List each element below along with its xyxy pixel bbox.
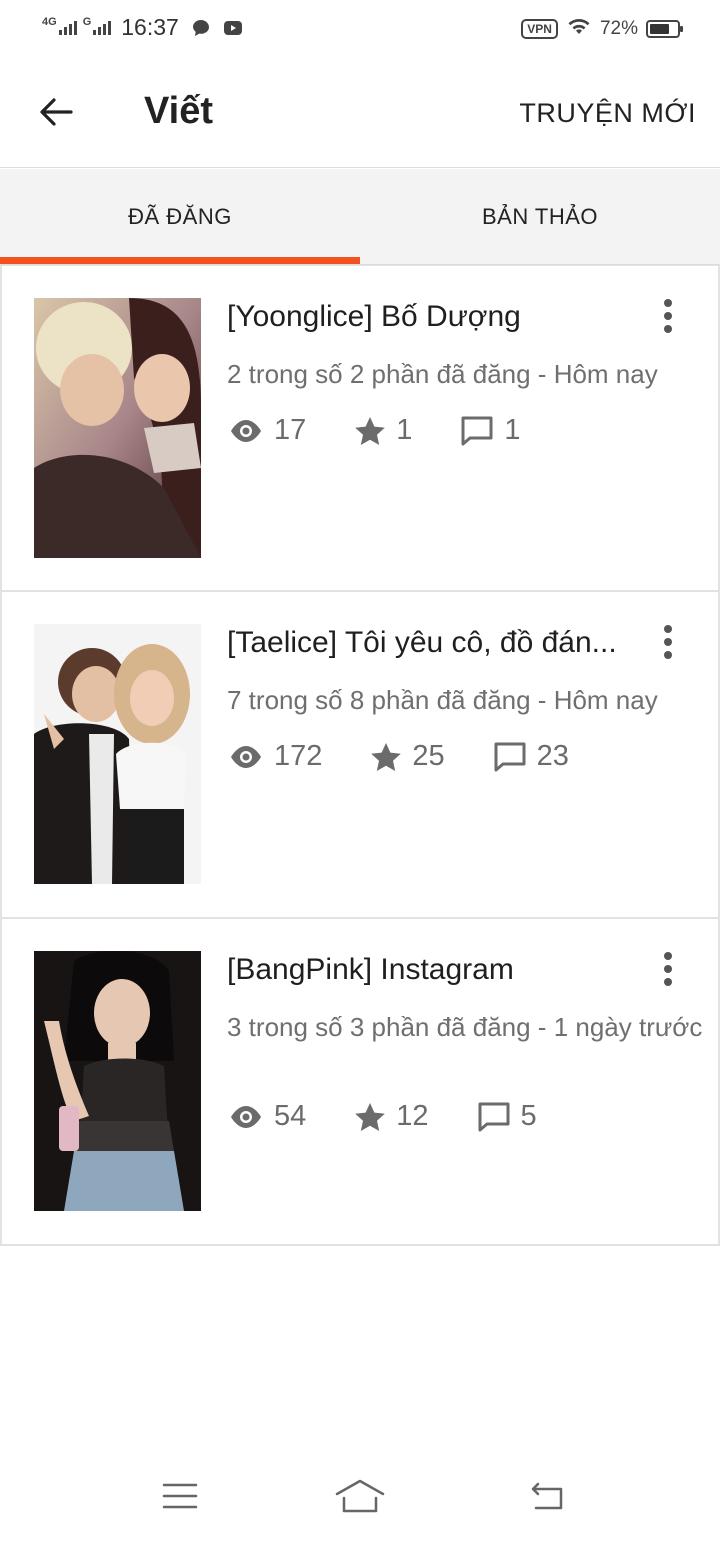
- signal-icon: [93, 20, 112, 35]
- home-icon: [335, 1479, 385, 1513]
- comments-stat: 5: [477, 1100, 537, 1133]
- tab-drafts[interactable]: BẢN THẢO: [360, 169, 720, 264]
- comments-stat: 1: [460, 414, 521, 447]
- more-options-button[interactable]: [648, 296, 688, 336]
- views-count: 17: [274, 414, 307, 446]
- story-title[interactable]: [Yoonglice] Bố Dượng: [227, 300, 637, 334]
- comments-count: 23: [536, 740, 569, 772]
- more-options-button[interactable]: [648, 949, 688, 989]
- story-meta: 2 trong số 2 phần đã đăng - Hôm nay: [227, 359, 658, 389]
- votes-stat: 25: [370, 740, 445, 773]
- status-left: 4G G 16:37: [42, 14, 243, 41]
- story-meta: 7 trong số 8 phần đã đăng - Hôm nay: [227, 685, 658, 715]
- arrow-left-icon: [40, 98, 73, 126]
- views-stat: 54: [228, 1100, 306, 1133]
- nav-back-button[interactable]: [518, 1474, 578, 1518]
- views-stat: 172: [228, 740, 322, 773]
- tab-bar: ĐÃ ĐĂNG BẢN THẢO: [0, 169, 720, 265]
- views-stat: 17: [228, 414, 306, 447]
- status-right: VPN 72%: [521, 16, 683, 41]
- story-cover-image[interactable]: [34, 298, 201, 558]
- votes-count: 1: [396, 414, 413, 446]
- wifi-icon: [566, 16, 592, 41]
- story-card[interactable]: [Yoonglice] Bố Dượng 2 trong số 2 phần đ…: [0, 265, 720, 592]
- comment-icon: [494, 742, 526, 771]
- votes-count: 12: [396, 1100, 429, 1132]
- return-icon: [531, 1482, 563, 1510]
- tab-published[interactable]: ĐÃ ĐĂNG: [0, 169, 360, 264]
- views-count: 172: [274, 740, 323, 772]
- story-list: [Yoonglice] Bố Dượng 2 trong số 2 phần đ…: [0, 265, 720, 1246]
- eye-icon: [231, 419, 261, 442]
- network-type-2: G: [82, 15, 92, 28]
- comments-count: 5: [520, 1100, 537, 1132]
- signal-icon: [58, 20, 77, 35]
- eye-icon: [231, 1105, 261, 1128]
- page-title: Viết: [144, 90, 214, 132]
- votes-stat: 12: [354, 1100, 429, 1133]
- story-card[interactable]: [BangPink] Instagram 3 trong số 3 phần đ…: [0, 919, 720, 1246]
- story-title[interactable]: [BangPink] Instagram: [227, 953, 637, 987]
- story-title[interactable]: [Taelice] Tôi yêu cô, đồ đán...: [227, 626, 637, 660]
- story-card[interactable]: [Taelice] Tôi yêu cô, đồ đán... 7 trong …: [0, 592, 720, 919]
- more-options-button[interactable]: [648, 622, 688, 662]
- network-type-1: 4G: [42, 15, 57, 28]
- star-icon: [355, 1102, 386, 1131]
- star-icon: [355, 416, 386, 445]
- menu-icon: [162, 1483, 198, 1509]
- battery-icon: [646, 19, 683, 38]
- more-vertical-icon: [664, 952, 672, 960]
- youtube-icon: [223, 18, 243, 38]
- eye-icon: [231, 745, 261, 768]
- comments-stat: 23: [493, 740, 569, 773]
- comment-icon: [478, 1102, 510, 1131]
- more-vertical-icon: [664, 299, 672, 307]
- system-nav-bar: [0, 1454, 720, 1544]
- app-bar: Viết TRUYỆN MỚI: [0, 58, 720, 168]
- battery-percent: 72%: [599, 17, 638, 39]
- more-vertical-icon: [664, 625, 672, 633]
- status-time: 16:37: [121, 14, 179, 40]
- story-cover-image[interactable]: [34, 624, 201, 884]
- comment-icon: [461, 416, 493, 445]
- comments-count: 1: [504, 414, 521, 446]
- star-icon: [371, 742, 402, 771]
- story-stats: 17 1 1: [228, 414, 569, 447]
- vpn-badge: VPN: [521, 18, 558, 39]
- story-cover-image[interactable]: [34, 951, 201, 1211]
- status-bar: 4G G 16:37 VPN 72%: [0, 0, 720, 58]
- story-meta: 3 trong số 3 phần đã đăng - 1 ngày trước: [227, 1012, 703, 1042]
- story-stats: 54 12 5: [228, 1100, 585, 1133]
- votes-stat: 1: [354, 414, 412, 447]
- nav-home-button[interactable]: [330, 1474, 390, 1518]
- back-button[interactable]: [30, 86, 82, 138]
- story-stats: 172 25 23: [228, 740, 617, 773]
- new-story-button[interactable]: TRUYỆN MỚI: [519, 98, 696, 129]
- votes-count: 25: [412, 740, 445, 772]
- chat-bubble-icon: [191, 18, 211, 38]
- nav-menu-button[interactable]: [150, 1474, 210, 1518]
- views-count: 54: [274, 1100, 307, 1132]
